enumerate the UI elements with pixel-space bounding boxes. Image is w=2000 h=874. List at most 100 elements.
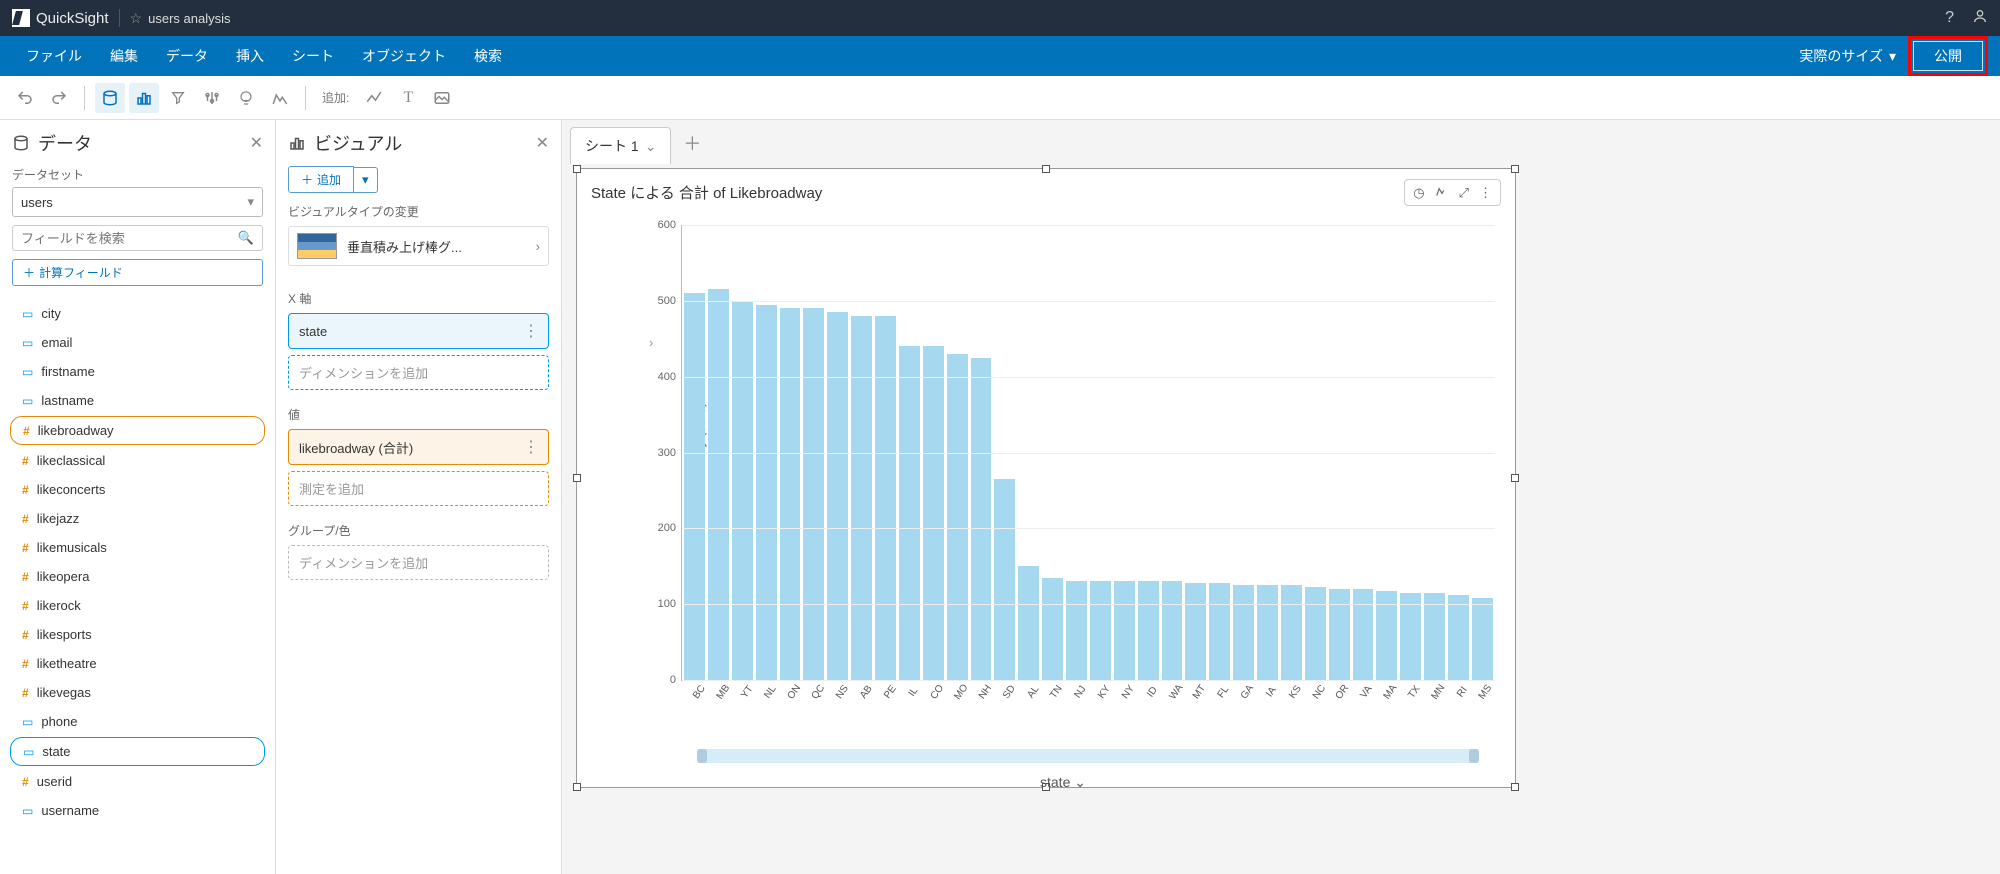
themes-toggle[interactable] — [265, 83, 295, 113]
bar[interactable] — [994, 479, 1015, 680]
bar[interactable] — [923, 346, 944, 680]
bar[interactable] — [1209, 583, 1230, 680]
bar[interactable] — [947, 354, 968, 680]
bar[interactable] — [1138, 581, 1159, 680]
field-likeopera[interactable]: #likeopera — [10, 563, 265, 590]
dataset-select[interactable]: users ▾ — [12, 187, 263, 217]
favorite-star-icon[interactable]: ☆ — [130, 10, 143, 27]
field-likebroadway[interactable]: #likebroadway — [10, 416, 265, 445]
bar[interactable] — [827, 312, 848, 680]
redo-button[interactable] — [44, 83, 74, 113]
bar[interactable] — [971, 358, 992, 680]
bar[interactable] — [780, 308, 801, 680]
bar[interactable] — [1257, 585, 1278, 680]
menu-data[interactable]: データ — [152, 46, 222, 66]
menu-edit[interactable]: 編集 — [96, 46, 152, 66]
add-image-button[interactable] — [427, 83, 457, 113]
field-userid[interactable]: #userid — [10, 768, 265, 795]
bar[interactable] — [1114, 581, 1135, 680]
bar[interactable] — [1472, 598, 1493, 680]
parameters-toggle[interactable] — [197, 83, 227, 113]
field-liketheatre[interactable]: #liketheatre — [10, 650, 265, 677]
bar[interactable] — [1281, 585, 1302, 680]
xaxis-well[interactable]: state ⋮ — [288, 313, 549, 349]
bar[interactable] — [732, 301, 753, 680]
add-text-button[interactable]: T — [393, 83, 423, 113]
field-likejazz[interactable]: #likejazz — [10, 505, 265, 532]
menu-file[interactable]: ファイル — [12, 46, 96, 66]
field-search[interactable]: 🔍 — [12, 225, 263, 251]
xaxis-well-empty[interactable]: ディメンションを追加 — [288, 355, 549, 390]
menu-insert[interactable]: 挿入 — [222, 46, 278, 66]
menu-sheet[interactable]: シート — [278, 46, 348, 66]
bar[interactable] — [1424, 593, 1445, 680]
value-well[interactable]: likebroadway (合計) ⋮ — [288, 429, 549, 465]
chevron-right-icon[interactable]: › — [649, 335, 653, 350]
close-visual-panel[interactable]: ✕ — [536, 133, 549, 153]
refresh-icon[interactable]: ◷ — [1413, 185, 1424, 201]
bar[interactable] — [1305, 587, 1326, 680]
menu-search[interactable]: 検索 — [460, 46, 516, 66]
bar[interactable] — [684, 293, 705, 680]
field-likemusicals[interactable]: #likemusicals — [10, 534, 265, 561]
group-well-empty[interactable]: ディメンションを追加 — [288, 545, 549, 580]
help-icon[interactable]: ? — [1945, 9, 1954, 27]
add-sheet-button[interactable]: ＋ — [675, 122, 709, 164]
zoom-size-dropdown[interactable]: 実際のサイズ ▾ — [1799, 46, 1896, 66]
expand-icon[interactable]: ⤢ — [1459, 185, 1469, 201]
bar[interactable] — [803, 308, 824, 680]
forecast-icon[interactable] — [1435, 184, 1449, 201]
bar[interactable] — [1090, 581, 1111, 680]
field-state[interactable]: ▭state — [10, 737, 265, 766]
field-search-input[interactable] — [21, 231, 238, 246]
field-likevegas[interactable]: #likevegas — [10, 679, 265, 706]
more-icon[interactable]: ⋮ — [523, 437, 538, 457]
bar[interactable] — [1353, 589, 1374, 680]
more-icon[interactable]: ⋮ — [523, 321, 538, 341]
field-firstname[interactable]: ▭firstname — [10, 358, 265, 385]
chart-scrollbar[interactable] — [697, 749, 1479, 763]
user-icon[interactable] — [1972, 8, 1988, 29]
calc-field-button[interactable]: ＋計算フィールド — [12, 259, 263, 286]
add-visual-dropdown[interactable]: ▾ — [354, 167, 378, 193]
bar[interactable] — [756, 305, 777, 680]
field-city[interactable]: ▭city — [10, 300, 265, 327]
insights-toggle[interactable] — [231, 83, 261, 113]
product-logo[interactable]: QuickSight — [12, 9, 109, 27]
field-email[interactable]: ▭email — [10, 329, 265, 356]
bar[interactable] — [875, 316, 896, 680]
sheet-tab[interactable]: シート 1 ⌄ — [570, 127, 671, 164]
x-axis-title[interactable]: state ⌄ — [627, 774, 1499, 791]
field-likesports[interactable]: #likesports — [10, 621, 265, 648]
filter-toggle[interactable] — [163, 83, 193, 113]
visual-frame[interactable]: State による 合計 of Likebroadway ◷ ⤢ ⋮ ↳ lik… — [576, 168, 1516, 788]
viztype-select[interactable]: 垂直積み上げ棒グ... › — [288, 226, 549, 266]
bar[interactable] — [851, 316, 872, 680]
field-likeconcerts[interactable]: #likeconcerts — [10, 476, 265, 503]
field-username[interactable]: ▭username — [10, 797, 265, 824]
close-data-panel[interactable]: ✕ — [250, 133, 263, 153]
add-visual-button[interactable]: ＋追加 — [288, 166, 354, 193]
visual-panel-toggle[interactable] — [129, 83, 159, 113]
bar[interactable] — [1018, 566, 1039, 680]
field-likeclassical[interactable]: #likeclassical — [10, 447, 265, 474]
bar[interactable] — [1400, 593, 1421, 680]
bar[interactable] — [1233, 585, 1254, 680]
chevron-down-icon[interactable]: ⌄ — [645, 138, 657, 155]
bar[interactable] — [899, 346, 920, 680]
bar[interactable] — [1066, 581, 1087, 680]
menu-object[interactable]: オブジェクト — [348, 46, 460, 66]
more-icon[interactable]: ⋮ — [1479, 185, 1492, 201]
field-lastname[interactable]: ▭lastname — [10, 387, 265, 414]
bar[interactable] — [1042, 578, 1063, 680]
bar[interactable] — [1448, 595, 1469, 680]
bar[interactable] — [1185, 583, 1206, 680]
add-line-button[interactable] — [359, 83, 389, 113]
value-well-empty[interactable]: 測定を追加 — [288, 471, 549, 506]
field-likerock[interactable]: #likerock — [10, 592, 265, 619]
bar[interactable] — [1162, 581, 1183, 680]
bar[interactable] — [708, 289, 729, 680]
field-phone[interactable]: ▭phone — [10, 708, 265, 735]
data-panel-toggle[interactable] — [95, 83, 125, 113]
bar[interactable] — [1329, 589, 1350, 680]
